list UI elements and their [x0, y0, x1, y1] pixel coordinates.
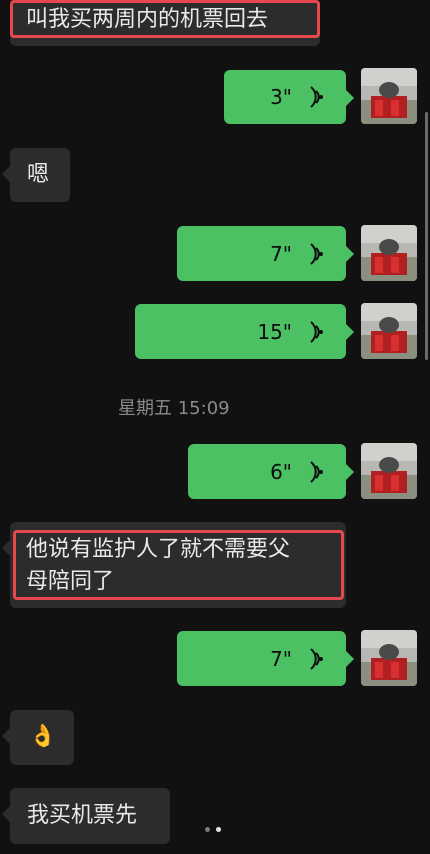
avatar-image — [361, 68, 417, 124]
bubble-tail — [2, 806, 10, 822]
bubble-tail — [346, 90, 354, 106]
bubble-tail — [2, 728, 10, 744]
voice-wave-icon — [310, 242, 323, 265]
bubble-tail — [2, 540, 10, 556]
highlight-box — [13, 530, 344, 600]
voice-wave-icon — [310, 320, 323, 343]
avatar[interactable] — [361, 303, 417, 359]
avatar[interactable] — [361, 443, 417, 499]
message-text: 我买机票先 — [27, 803, 138, 828]
message-text: 嗯 — [27, 162, 50, 187]
page-dot-inactive — [205, 827, 210, 832]
ok-hand-emoji: 👌 — [29, 724, 57, 749]
incoming-message[interactable]: 嗯 — [2, 148, 70, 202]
highlight-box — [10, 0, 320, 38]
voice-wave-icon — [310, 86, 323, 108]
bubble-tail — [2, 166, 10, 182]
avatar-image — [361, 303, 417, 359]
voice-duration: 7" — [270, 646, 292, 671]
voice-message[interactable]: 3" — [224, 70, 354, 124]
incoming-message[interactable]: 我买机票先 — [2, 788, 170, 844]
avatar[interactable] — [361, 630, 417, 686]
bubble-tail — [346, 324, 354, 340]
voice-message[interactable]: 7" — [177, 226, 354, 281]
voice-message[interactable]: 7" — [177, 631, 354, 686]
voice-duration: 6" — [270, 459, 292, 484]
timestamp: 星期五 15:09 — [118, 398, 230, 419]
avatar[interactable] — [361, 225, 417, 281]
voice-message[interactable]: 15" — [135, 304, 354, 359]
scrollbar[interactable] — [425, 112, 428, 360]
avatar[interactable] — [361, 68, 417, 124]
bubble-tail — [346, 651, 354, 667]
voice-duration: 7" — [270, 241, 292, 266]
incoming-message[interactable]: 👌 — [2, 710, 74, 765]
avatar-image — [361, 225, 417, 281]
voice-message[interactable]: 6" — [188, 444, 354, 499]
page-indicator — [205, 827, 221, 832]
bubble-tail — [346, 246, 354, 262]
voice-wave-icon — [310, 460, 323, 483]
avatar-image — [361, 630, 417, 686]
voice-duration: 15" — [257, 319, 292, 344]
bubble-tail — [346, 464, 354, 480]
avatar-image — [361, 443, 417, 499]
voice-wave-icon — [310, 647, 323, 670]
voice-duration: 3" — [270, 85, 292, 109]
page-dot-active — [216, 827, 221, 832]
